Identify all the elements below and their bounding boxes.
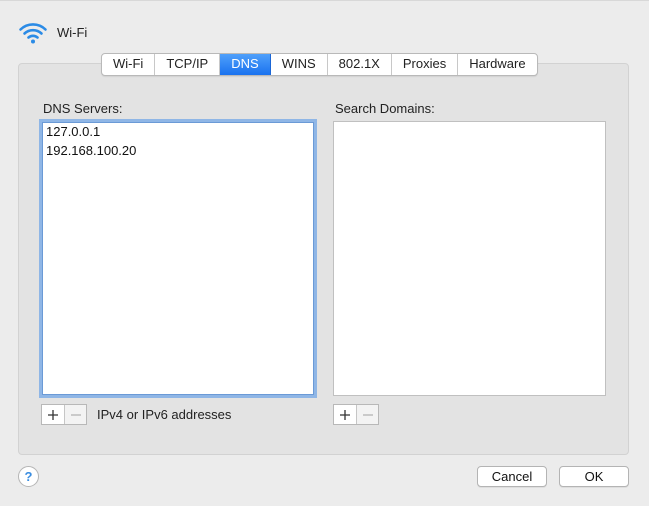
window-title: Wi-Fi bbox=[57, 24, 88, 40]
plus-icon bbox=[48, 409, 58, 420]
tab-proxies[interactable]: Proxies bbox=[392, 54, 459, 75]
tab-wifi[interactable]: Wi-Fi bbox=[102, 54, 156, 75]
list-item[interactable]: 192.168.100.20 bbox=[42, 141, 314, 160]
remove-search-domain-button[interactable] bbox=[356, 405, 378, 424]
dns-servers-list[interactable]: 127.0.0.1 192.168.100.20 bbox=[39, 119, 317, 398]
help-icon: ? bbox=[24, 469, 33, 484]
tab-bar: Wi-Fi TCP/IP DNS WINS 802.1X Proxies Har… bbox=[101, 53, 538, 76]
tab-dns[interactable]: DNS bbox=[220, 54, 271, 75]
search-add-remove-control bbox=[333, 404, 379, 425]
window-header: Wi-Fi bbox=[18, 17, 87, 47]
remove-dns-server-button[interactable] bbox=[64, 405, 86, 424]
network-dns-window: Wi-Fi Wi-Fi TCP/IP DNS WINS 802.1X Proxi… bbox=[0, 0, 649, 506]
dns-servers-hint: IPv4 or IPv6 addresses bbox=[97, 407, 232, 422]
cancel-button[interactable]: Cancel bbox=[477, 466, 547, 487]
dns-servers-label: DNS Servers: bbox=[43, 101, 123, 116]
help-button[interactable]: ? bbox=[18, 466, 39, 487]
plus-icon bbox=[340, 409, 350, 420]
ok-button[interactable]: OK bbox=[559, 466, 629, 487]
dns-add-remove-control bbox=[41, 404, 87, 425]
tab-8021x[interactable]: 802.1X bbox=[328, 54, 392, 75]
tab-wins[interactable]: WINS bbox=[271, 54, 328, 75]
search-domains-list[interactable] bbox=[333, 121, 606, 396]
add-search-domain-button[interactable] bbox=[334, 405, 356, 424]
tab-hardware[interactable]: Hardware bbox=[458, 54, 536, 75]
minus-icon bbox=[70, 413, 81, 416]
search-domains-label: Search Domains: bbox=[335, 101, 435, 116]
wifi-icon bbox=[19, 23, 47, 44]
add-dns-server-button[interactable] bbox=[42, 405, 64, 424]
tab-tcpip[interactable]: TCP/IP bbox=[155, 54, 221, 75]
minus-icon bbox=[362, 413, 373, 416]
list-item[interactable]: 127.0.0.1 bbox=[42, 122, 314, 141]
